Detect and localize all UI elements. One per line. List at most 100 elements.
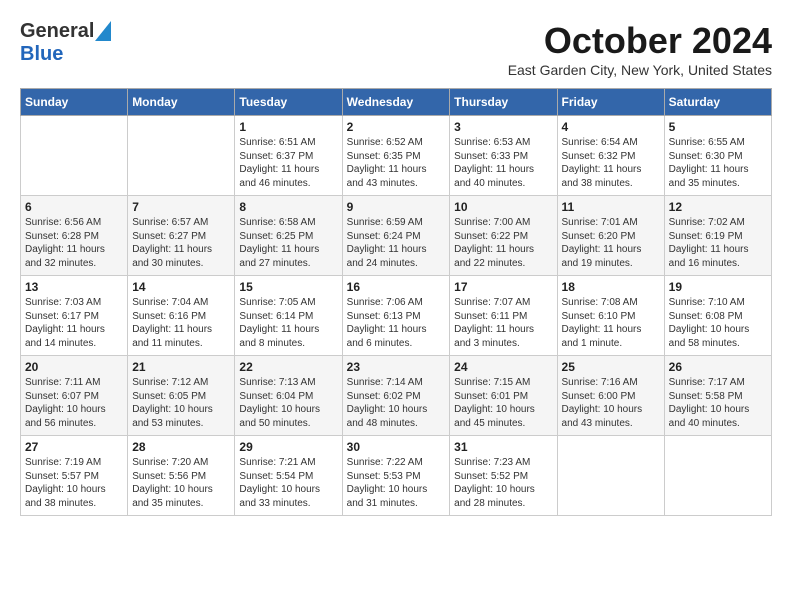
day-number: 26	[669, 360, 767, 374]
logo-icon	[95, 21, 111, 41]
calendar-cell: 11 Sunrise: 7:01 AM Sunset: 6:20 PM Dayli…	[557, 196, 664, 276]
day-number: 15	[239, 280, 337, 294]
day-info: Sunrise: 6:52 AM Sunset: 6:35 PM Dayligh…	[347, 136, 446, 190]
day-info: Sunrise: 7:05 AM Sunset: 6:14 PM Dayligh…	[239, 296, 337, 350]
calendar-cell: 24 Sunrise: 7:15 AM Sunset: 6:01 PM Dayli…	[450, 356, 557, 436]
calendar-cell: 7 Sunrise: 6:57 AM Sunset: 6:27 PM Daylig…	[128, 196, 235, 276]
weekday-header-sunday: Sunday	[21, 89, 128, 116]
calendar-cell: 1 Sunrise: 6:51 AM Sunset: 6:37 PM Daylig…	[235, 116, 342, 196]
calendar-cell: 3 Sunrise: 6:53 AM Sunset: 6:33 PM Daylig…	[450, 116, 557, 196]
weekday-header-wednesday: Wednesday	[342, 89, 450, 116]
day-info: Sunrise: 6:54 AM Sunset: 6:32 PM Dayligh…	[562, 136, 660, 190]
day-info: Sunrise: 7:06 AM Sunset: 6:13 PM Dayligh…	[347, 296, 446, 350]
day-info: Sunrise: 7:01 AM Sunset: 6:20 PM Dayligh…	[562, 216, 660, 270]
day-number: 19	[669, 280, 767, 294]
day-number: 12	[669, 200, 767, 214]
day-info: Sunrise: 6:56 AM Sunset: 6:28 PM Dayligh…	[25, 216, 123, 270]
day-info: Sunrise: 6:55 AM Sunset: 6:30 PM Dayligh…	[669, 136, 767, 190]
day-number: 6	[25, 200, 123, 214]
calendar-cell	[128, 116, 235, 196]
day-info: Sunrise: 7:11 AM Sunset: 6:07 PM Dayligh…	[25, 376, 123, 430]
day-number: 11	[562, 200, 660, 214]
calendar-week-5: 27 Sunrise: 7:19 AM Sunset: 5:57 PM Dayli…	[21, 436, 772, 516]
day-info: Sunrise: 7:16 AM Sunset: 6:00 PM Dayligh…	[562, 376, 660, 430]
day-info: Sunrise: 6:53 AM Sunset: 6:33 PM Dayligh…	[454, 136, 552, 190]
day-info: Sunrise: 6:51 AM Sunset: 6:37 PM Dayligh…	[239, 136, 337, 190]
calendar-body: 1 Sunrise: 6:51 AM Sunset: 6:37 PM Daylig…	[21, 116, 772, 516]
day-number: 23	[347, 360, 446, 374]
title-block: October 2024 East Garden City, New York,…	[508, 20, 772, 78]
day-info: Sunrise: 6:59 AM Sunset: 6:24 PM Dayligh…	[347, 216, 446, 270]
calendar-week-2: 6 Sunrise: 6:56 AM Sunset: 6:28 PM Daylig…	[21, 196, 772, 276]
logo-general-text: General	[20, 20, 94, 43]
day-number: 7	[132, 200, 230, 214]
day-number: 27	[25, 440, 123, 454]
day-number: 2	[347, 120, 446, 134]
weekday-header-friday: Friday	[557, 89, 664, 116]
day-number: 29	[239, 440, 337, 454]
calendar-cell: 27 Sunrise: 7:19 AM Sunset: 5:57 PM Dayli…	[21, 436, 128, 516]
day-number: 22	[239, 360, 337, 374]
day-info: Sunrise: 7:19 AM Sunset: 5:57 PM Dayligh…	[25, 456, 123, 510]
calendar-cell: 2 Sunrise: 6:52 AM Sunset: 6:35 PM Daylig…	[342, 116, 450, 196]
day-info: Sunrise: 7:12 AM Sunset: 6:05 PM Dayligh…	[132, 376, 230, 430]
day-number: 5	[669, 120, 767, 134]
calendar-cell: 19 Sunrise: 7:10 AM Sunset: 6:08 PM Dayli…	[664, 276, 771, 356]
day-info: Sunrise: 7:17 AM Sunset: 5:58 PM Dayligh…	[669, 376, 767, 430]
calendar-cell	[557, 436, 664, 516]
day-info: Sunrise: 7:21 AM Sunset: 5:54 PM Dayligh…	[239, 456, 337, 510]
day-info: Sunrise: 6:57 AM Sunset: 6:27 PM Dayligh…	[132, 216, 230, 270]
calendar-cell: 17 Sunrise: 7:07 AM Sunset: 6:11 PM Dayli…	[450, 276, 557, 356]
weekday-header-tuesday: Tuesday	[235, 89, 342, 116]
day-info: Sunrise: 7:14 AM Sunset: 6:02 PM Dayligh…	[347, 376, 446, 430]
day-info: Sunrise: 7:20 AM Sunset: 5:56 PM Dayligh…	[132, 456, 230, 510]
day-number: 4	[562, 120, 660, 134]
calendar-cell: 31Sunrise: 7:23 AM Sunset: 5:52 PM Dayli…	[450, 436, 557, 516]
calendar-cell: 8 Sunrise: 6:58 AM Sunset: 6:25 PM Daylig…	[235, 196, 342, 276]
calendar-cell: 10Sunrise: 7:00 AM Sunset: 6:22 PM Dayli…	[450, 196, 557, 276]
day-number: 30	[347, 440, 446, 454]
calendar-week-4: 20 Sunrise: 7:11 AM Sunset: 6:07 PM Dayli…	[21, 356, 772, 436]
day-info: Sunrise: 7:13 AM Sunset: 6:04 PM Dayligh…	[239, 376, 337, 430]
day-number: 28	[132, 440, 230, 454]
day-number: 31	[454, 440, 552, 454]
day-number: 1	[239, 120, 337, 134]
day-number: 9	[347, 200, 446, 214]
day-number: 10	[454, 200, 552, 214]
calendar-cell	[664, 436, 771, 516]
day-number: 24	[454, 360, 552, 374]
day-info: Sunrise: 7:02 AM Sunset: 6:19 PM Dayligh…	[669, 216, 767, 270]
weekday-header-row: SundayMondayTuesdayWednesdayThursdayFrid…	[21, 89, 772, 116]
day-info: Sunrise: 7:08 AM Sunset: 6:10 PM Dayligh…	[562, 296, 660, 350]
day-info: Sunrise: 7:15 AM Sunset: 6:01 PM Dayligh…	[454, 376, 552, 430]
calendar-cell: 6 Sunrise: 6:56 AM Sunset: 6:28 PM Daylig…	[21, 196, 128, 276]
day-number: 17	[454, 280, 552, 294]
page-header: General Blue October 2024 East Garden Ci…	[20, 20, 772, 78]
calendar-cell: 28 Sunrise: 7:20 AM Sunset: 5:56 PM Dayli…	[128, 436, 235, 516]
month-title: October 2024	[508, 20, 772, 62]
calendar-cell: 13 Sunrise: 7:03 AM Sunset: 6:17 PM Dayli…	[21, 276, 128, 356]
calendar-table: SundayMondayTuesdayWednesdayThursdayFrid…	[20, 88, 772, 516]
calendar-cell: 30Sunrise: 7:22 AM Sunset: 5:53 PM Dayli…	[342, 436, 450, 516]
weekday-header-saturday: Saturday	[664, 89, 771, 116]
day-number: 20	[25, 360, 123, 374]
calendar-cell: 22 Sunrise: 7:13 AM Sunset: 6:04 PM Dayli…	[235, 356, 342, 436]
calendar-week-3: 13 Sunrise: 7:03 AM Sunset: 6:17 PM Dayli…	[21, 276, 772, 356]
day-number: 8	[239, 200, 337, 214]
day-number: 13	[25, 280, 123, 294]
day-info: Sunrise: 6:58 AM Sunset: 6:25 PM Dayligh…	[239, 216, 337, 270]
day-number: 3	[454, 120, 552, 134]
calendar-cell: 25Sunrise: 7:16 AM Sunset: 6:00 PM Dayli…	[557, 356, 664, 436]
calendar-cell: 9 Sunrise: 6:59 AM Sunset: 6:24 PM Daylig…	[342, 196, 450, 276]
calendar-cell	[21, 116, 128, 196]
day-info: Sunrise: 7:10 AM Sunset: 6:08 PM Dayligh…	[669, 296, 767, 350]
weekday-header-monday: Monday	[128, 89, 235, 116]
logo-blue-text: Blue	[20, 43, 63, 65]
day-info: Sunrise: 7:07 AM Sunset: 6:11 PM Dayligh…	[454, 296, 552, 350]
day-info: Sunrise: 7:03 AM Sunset: 6:17 PM Dayligh…	[25, 296, 123, 350]
calendar-cell: 29 Sunrise: 7:21 AM Sunset: 5:54 PM Dayli…	[235, 436, 342, 516]
calendar-cell: 20 Sunrise: 7:11 AM Sunset: 6:07 PM Dayli…	[21, 356, 128, 436]
day-number: 21	[132, 360, 230, 374]
calendar-cell: 23 Sunrise: 7:14 AM Sunset: 6:02 PM Dayli…	[342, 356, 450, 436]
location-text: East Garden City, New York, United State…	[508, 62, 772, 78]
